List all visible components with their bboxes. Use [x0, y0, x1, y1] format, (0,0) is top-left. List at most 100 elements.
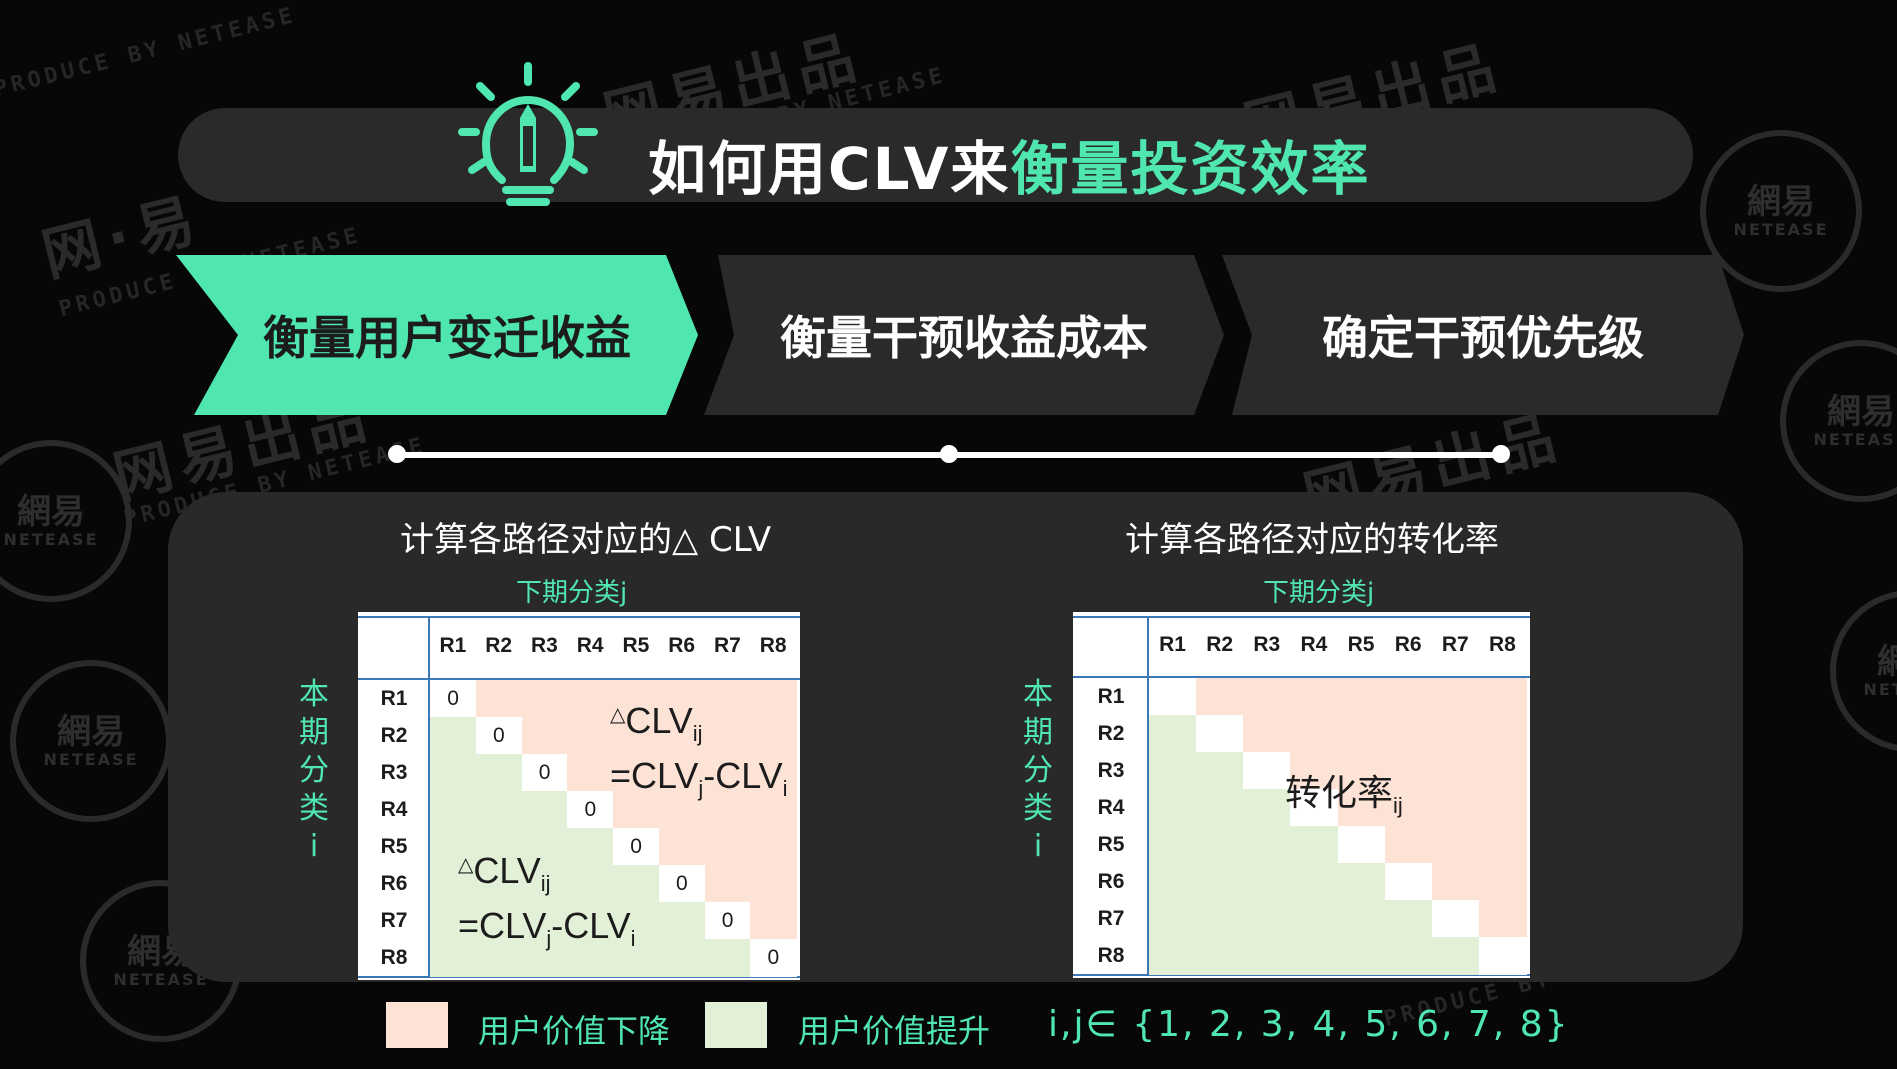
rise-cell [1337, 900, 1386, 938]
decline-cell [1431, 789, 1480, 827]
rise-cell [475, 791, 522, 829]
decline-cell [1243, 715, 1291, 753]
decline-cell [1196, 678, 1244, 716]
axis-char: 分 [1023, 753, 1053, 788]
rise-cell [1196, 937, 1244, 975]
legend-swatch-decline [386, 1002, 448, 1048]
decline-cell [1290, 715, 1338, 753]
formula-subscript: ij [1393, 793, 1403, 819]
rise-cell [430, 717, 477, 755]
left-axis-top: 下期分类j [516, 578, 628, 608]
lightbulb-icon [458, 62, 598, 206]
column-header: R8 [759, 634, 787, 657]
row-header: R5 [1097, 832, 1125, 856]
rise-cell [1243, 900, 1291, 938]
watermark-seal: 網易NETEASE [1780, 340, 1897, 502]
rise-cell [1196, 789, 1244, 827]
watermark-seal: 網易NETEASE [1830, 590, 1897, 752]
rise-cell [1196, 826, 1244, 864]
decline-cell [475, 680, 522, 718]
decline-cell [521, 680, 568, 718]
formula-text: -CLV [551, 905, 631, 947]
rise-cell [1196, 863, 1244, 901]
axis-char: i [1033, 829, 1043, 864]
right-axis-left: 本期分类i [1018, 676, 1058, 866]
right-panel-title: 计算各路径对应的转化率 [1125, 520, 1499, 560]
index-set-text: i,j∈ {1, 2, 3, 4, 5, 6, 7, 8} [1048, 1004, 1570, 1045]
decline-cell [1431, 863, 1480, 901]
watermark-seal: 網易NETEASE [0, 440, 132, 602]
left-panel-title: 计算各路径对应的△ CLV [400, 520, 772, 560]
timeline-dot [1492, 445, 1510, 463]
axis-char: 类 [1023, 791, 1053, 826]
diagonal-cell: 0 [521, 754, 568, 792]
delta-symbol: △ [458, 854, 474, 876]
decline-cell [1478, 863, 1527, 901]
formula-subscript: i [782, 776, 788, 802]
formula-text: =CLV [458, 905, 547, 947]
formula-text: 转化率 [1285, 772, 1394, 813]
rise-cell [1431, 937, 1480, 975]
diagonal-cell: 0 [658, 865, 705, 903]
column-header: R4 [576, 634, 604, 657]
legend-label-rise: 用户价值提升 [798, 1012, 991, 1050]
diagonal-cell [1384, 863, 1433, 901]
left-axis-left: 本期分类i [294, 676, 334, 866]
row-header: R8 [1097, 943, 1125, 967]
decline-cell [1337, 678, 1386, 716]
rise-cell [1149, 752, 1197, 790]
formula-subscript: ij [540, 871, 551, 897]
diagonal-cell [1149, 678, 1197, 716]
rise-cell [1337, 863, 1386, 901]
decline-cell [567, 680, 614, 718]
row-header: R7 [1097, 906, 1125, 930]
diagonal-cell: 0 [475, 717, 522, 755]
rise-cell [1243, 937, 1291, 975]
decline-cell [1337, 715, 1386, 753]
rise-cell [1243, 789, 1291, 827]
row-header: R6 [380, 871, 408, 895]
right-axis-top: 下期分类j [1263, 578, 1375, 608]
decline-cell [1384, 715, 1433, 753]
rise-cell [1290, 900, 1338, 938]
step-measure-intervention-cost: 衡量干预收益成本 [704, 255, 1224, 415]
row-header: R4 [1097, 795, 1125, 819]
diagonal-cell [1243, 752, 1291, 790]
rise-cell [658, 939, 705, 977]
column-header: R2 [1206, 633, 1234, 656]
decline-cell [1478, 678, 1527, 716]
axis-char: 本 [299, 677, 329, 712]
decline-cell [1243, 678, 1291, 716]
rise-cell [430, 754, 477, 792]
decline-cell [704, 828, 751, 866]
decline-cell [567, 754, 614, 792]
rise-cell [475, 754, 522, 792]
column-header: R5 [1347, 633, 1375, 656]
column-header: R6 [668, 634, 696, 657]
formula-text: -CLV [703, 755, 783, 797]
step-label: 确定干预优先级 [1322, 311, 1644, 365]
column-header: R2 [485, 634, 513, 657]
decline-cell [704, 865, 751, 903]
diagonal-cell: 0 [430, 680, 477, 718]
clv-formula: △CLVij =CLVj-CLVi [610, 694, 788, 810]
rise-cell [1149, 863, 1197, 901]
column-header: R1 [1159, 633, 1186, 656]
formula-text: CLV [473, 850, 541, 891]
diagonal-cell: 0 [567, 791, 614, 829]
row-header: R4 [380, 797, 408, 821]
formula-subscript: ij [692, 721, 703, 747]
axis-char: 期 [1023, 715, 1053, 750]
column-header: R3 [1253, 633, 1281, 656]
rise-cell [658, 902, 705, 940]
diagonal-cell: 0 [704, 902, 751, 940]
conversion-matrix: R1 R2 R3 R4 R5 R6 R7 R8 R1 R2 R3 R4 R5 R6 R7 R8 转化率ij [1073, 612, 1530, 978]
decline-cell [1478, 900, 1527, 938]
row-header: R1 [380, 686, 408, 710]
row-header: R2 [380, 723, 408, 747]
timeline-dot [388, 445, 406, 463]
decline-cell [750, 902, 797, 940]
column-header: R1 [439, 634, 467, 657]
rise-cell [1384, 937, 1433, 975]
rise-cell [1149, 789, 1197, 827]
